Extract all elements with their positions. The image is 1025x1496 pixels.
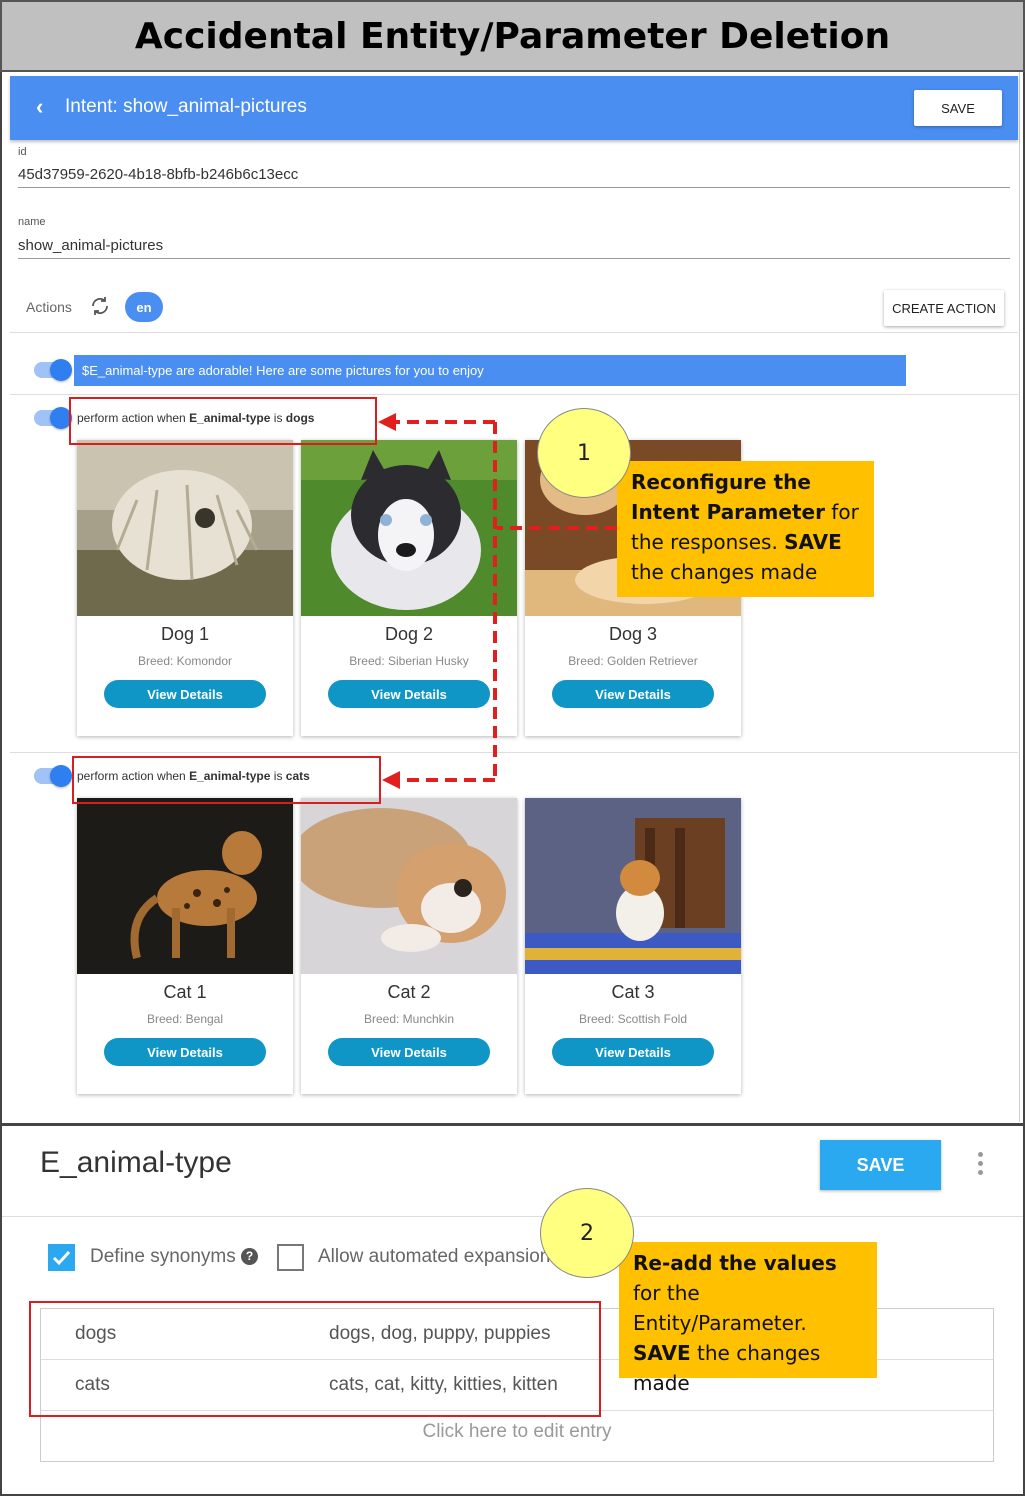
- allow-expansion-checkbox[interactable]: [277, 1244, 304, 1271]
- cats-condition-highlight: [72, 756, 381, 804]
- intent-header: ‹ Intent: show_animal-pictures SAVE: [10, 76, 1018, 140]
- cat-card-1: Cat 1 Breed: Bengal View Details: [77, 798, 293, 1094]
- entity-save-button[interactable]: SAVE: [820, 1140, 941, 1190]
- entity-header-divider: [2, 1216, 1023, 1217]
- dog-2-breed: Breed: Siberian Husky: [349, 654, 469, 668]
- cat-card-2: Cat 2 Breed: Munchkin View Details: [301, 798, 517, 1094]
- refresh-icon[interactable]: [88, 294, 112, 318]
- cat-card-3: Cat 3 Breed: Scottish Fold View Details: [525, 798, 741, 1094]
- callout-1-badge: 1: [537, 408, 631, 498]
- callout-2-text: Re-add the values for the Entity/Paramet…: [619, 1242, 877, 1395]
- entity-values-highlight: [29, 1301, 601, 1417]
- define-synonyms-label: Define synonyms ?: [90, 1246, 259, 1268]
- dog-2-view-details-button[interactable]: View Details: [328, 680, 490, 708]
- callout-2-badge: 2: [540, 1188, 634, 1278]
- dog-3-breed: Breed: Golden Retriever: [568, 654, 698, 668]
- dog-1-view-details-button[interactable]: View Details: [104, 680, 266, 708]
- slide-title-bar: Accidental Entity/Parameter Deletion: [0, 0, 1025, 72]
- edit-entry-placeholder[interactable]: Click here to edit entry: [41, 1421, 993, 1443]
- cat-3-name: Cat 3: [611, 982, 655, 1002]
- dog-card-1: Dog 1 Breed: Komondor View Details: [77, 440, 293, 736]
- cat-2-name: Cat 2: [387, 982, 431, 1002]
- actions-label: Actions: [26, 299, 72, 315]
- chevron-left-icon[interactable]: ‹: [36, 94, 43, 120]
- intent-panel: ‹ Intent: show_animal-pictures SAVE id 4…: [0, 72, 1025, 1125]
- cat-2-view-details-button[interactable]: View Details: [328, 1038, 490, 1066]
- help-icon[interactable]: ?: [241, 1248, 259, 1265]
- cat-1-breed: Breed: Bengal: [146, 1012, 224, 1026]
- id-field[interactable]: 45d37959-2620-4b18-8bfb-b246b6c13ecc: [18, 166, 298, 183]
- dog-2-image: [301, 440, 517, 616]
- dog-3-name: Dog 3: [608, 624, 658, 644]
- message-divider: [10, 394, 1018, 395]
- name-field[interactable]: show_animal-pictures: [18, 237, 163, 254]
- cat-1-name: Cat 1: [163, 982, 207, 1002]
- allow-expansion-label: Allow automated expansion: [318, 1246, 551, 1267]
- dogs-divider: [10, 752, 1018, 753]
- dogs-condition-toggle[interactable]: [34, 407, 72, 429]
- language-chip[interactable]: en: [125, 292, 163, 322]
- cat-3-breed: Breed: Scottish Fold: [578, 1012, 688, 1026]
- cats-condition-toggle[interactable]: [34, 765, 72, 787]
- message-bubble[interactable]: $E_animal-type are adorable! Here are so…: [74, 355, 906, 386]
- panel-divider: [1019, 72, 1020, 1122]
- callout-1-text: Reconfigure the Intent Parameter for the…: [617, 461, 874, 597]
- name-label: name: [18, 216, 46, 228]
- cat-3-view-details-button[interactable]: View Details: [552, 1038, 714, 1066]
- intent-title: Intent: show_animal-pictures: [65, 96, 307, 117]
- name-underline: [18, 258, 1010, 259]
- dog-3-view-details-button[interactable]: View Details: [552, 680, 714, 708]
- cat-2-breed: Breed: Munchkin: [363, 1012, 455, 1026]
- dog-1-breed: Breed: Komondor: [137, 654, 233, 668]
- more-vert-icon[interactable]: [972, 1152, 988, 1178]
- intent-save-button[interactable]: SAVE: [914, 90, 1002, 126]
- cat-2-image: [301, 798, 517, 974]
- dog-1-name: Dog 1: [160, 624, 210, 644]
- cat-3-image: [525, 798, 741, 974]
- id-underline: [18, 187, 1010, 188]
- message-toggle[interactable]: [34, 359, 72, 381]
- cat-1-view-details-button[interactable]: View Details: [104, 1038, 266, 1066]
- dogs-condition-highlight: [69, 397, 377, 445]
- actions-divider: [10, 332, 1018, 333]
- dog-2-name: Dog 2: [384, 624, 434, 644]
- id-label: id: [18, 146, 27, 158]
- cat-1-image: [77, 798, 293, 974]
- slide-title: Accidental Entity/Parameter Deletion: [134, 15, 891, 57]
- dog-1-image: [77, 440, 293, 616]
- entity-title: E_animal-type: [40, 1146, 232, 1179]
- define-synonyms-checkbox[interactable]: [48, 1244, 75, 1271]
- create-action-button[interactable]: CREATE ACTION: [884, 290, 1004, 326]
- dog-card-2: Dog 2 Breed: Siberian Husky View Details: [301, 440, 517, 736]
